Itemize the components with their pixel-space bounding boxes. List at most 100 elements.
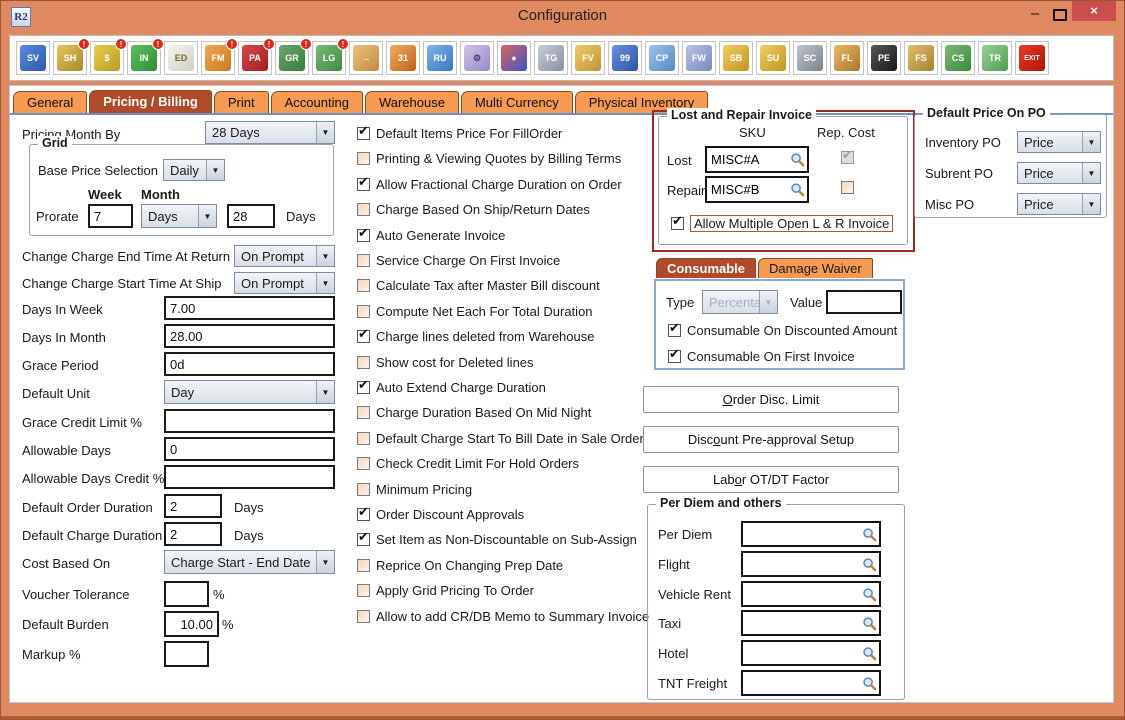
option-check-credit-limit-for-hold-orders[interactable]: ✔Check Credit Limit For Hold Orders [357, 456, 579, 471]
prorate-week-input[interactable] [88, 204, 133, 228]
checkbox[interactable]: ✔ [357, 559, 370, 572]
option-apply-grid-pricing-to-order[interactable]: ✔Apply Grid Pricing To Order [357, 583, 534, 598]
flight-field[interactable] [741, 551, 881, 577]
tab-accounting[interactable]: Accounting [271, 91, 363, 113]
shield-search-icon[interactable]: SB [719, 41, 753, 75]
option-default-items-price-for-fillorder[interactable]: ✔Default Items Price For FillOrder [357, 126, 562, 141]
lost-sku-input[interactable] [707, 152, 787, 167]
option-auto-extend-charge-duration[interactable]: ✔Auto Extend Charge Duration [357, 380, 546, 395]
tab-multi-currency[interactable]: Multi Currency [461, 91, 573, 113]
base-price-selection-combo[interactable]: Daily ▼ [163, 159, 225, 181]
folder-settings-icon[interactable]: FS [904, 41, 938, 75]
payment-book-icon[interactable]: PA! [238, 41, 272, 75]
per-diem-input[interactable] [743, 527, 859, 542]
copy-document-icon[interactable]: CP [645, 41, 679, 75]
option-order-discount-approvals[interactable]: ✔Order Discount Approvals [357, 507, 524, 522]
repair-sku-field[interactable] [705, 176, 809, 203]
option-compute-net-each-for-total-duration[interactable]: ✔Compute Net Each For Total Duration [357, 304, 593, 319]
chevron-down-icon[interactable]: ▼ [316, 273, 334, 293]
chevron-down-icon[interactable]: ▼ [316, 381, 334, 403]
subrent-po-combo[interactable]: Price▼ [1017, 162, 1101, 184]
search-icon[interactable] [787, 152, 807, 167]
checkbox[interactable]: ✔ [357, 457, 370, 470]
search-icon[interactable] [859, 557, 879, 572]
lost-rep-cost-checkbox[interactable]: ✔ [841, 151, 854, 164]
search-icon[interactable] [859, 676, 879, 691]
default-unit-combo[interactable]: Day ▼ [164, 380, 335, 404]
chevron-down-icon[interactable]: ▼ [316, 246, 334, 266]
folder-verify-icon[interactable]: FV [571, 41, 605, 75]
option-allow-to-add-cr-db-memo-to-summary-invoice[interactable]: ✔Allow to add CR/DB Memo to Summary Invo… [357, 609, 649, 624]
allowable-days-input[interactable] [164, 437, 335, 461]
option-reprice-on-changing-prep-date[interactable]: ✔Reprice On Changing Prep Date [357, 558, 563, 573]
change-charge-end-combo[interactable]: On Prompt ▼ [234, 245, 335, 267]
allowable-days-credit-input[interactable] [164, 465, 335, 489]
vehicle-rent-field[interactable] [741, 581, 881, 607]
search-icon[interactable] [859, 616, 879, 631]
prorate-month-input[interactable] [227, 204, 275, 228]
cost-based-on-combo[interactable]: Charge Start - End Date ▼ [164, 550, 335, 574]
option-set-item-as-non-discountable-on-sub-assign[interactable]: ✔Set Item as Non-Discountable on Sub-Ass… [357, 532, 637, 547]
change-charge-start-combo[interactable]: On Prompt ▼ [234, 272, 335, 294]
tnt-freight-field[interactable] [741, 670, 881, 696]
ledger-icon[interactable]: LG! [312, 41, 346, 75]
taxi-field[interactable] [741, 610, 881, 636]
option-charge-duration-based-on-mid-night[interactable]: ✔Charge Duration Based On Mid Night [357, 405, 591, 420]
option-calculate-tax-after-master-bill-discount[interactable]: ✔Calculate Tax after Master Bill discoun… [357, 278, 600, 293]
value-input[interactable] [826, 290, 902, 314]
tab-warehouse[interactable]: Warehouse [365, 91, 459, 113]
hotel-field[interactable] [741, 640, 881, 666]
days-in-month-input[interactable] [164, 324, 335, 348]
scanner-icon[interactable]: SC [793, 41, 827, 75]
option-printing-viewing-quotes-by-billing-terms[interactable]: ✔Printing & Viewing Quotes by Billing Te… [357, 151, 621, 166]
allow-multiple-checkbox[interactable]: ✔ [671, 217, 684, 230]
discount-pre-approval-setup-button[interactable]: Discount Pre-approval Setup [643, 426, 899, 453]
forward-document-icon[interactable]: FW [682, 41, 716, 75]
checkbox[interactable]: ✔ [357, 279, 370, 292]
option-charge-lines-deleted-from-warehouse[interactable]: ✔Charge lines deleted from Warehouse [357, 329, 594, 344]
chevron-down-icon[interactable]: ▼ [316, 551, 334, 573]
option-charge-based-on-ship-return-dates[interactable]: ✔Charge Based On Ship/Return Dates [357, 202, 590, 217]
checkbox[interactable]: ✔ [357, 305, 370, 318]
flight-input[interactable] [743, 557, 859, 572]
checkbox[interactable]: ✔ [357, 127, 370, 140]
grid-sheet-icon[interactable]: GR! [275, 41, 309, 75]
checkbox[interactable]: ✔ [357, 254, 370, 267]
checkbox[interactable]: ✔ [357, 483, 370, 496]
checkbox[interactable]: ✔ [357, 508, 370, 521]
cash-icon[interactable]: $! [90, 41, 124, 75]
display-panel-icon[interactable]: 99 [608, 41, 642, 75]
search-icon[interactable] [859, 527, 879, 542]
default-charge-duration-input[interactable] [164, 522, 222, 546]
checkbox[interactable]: ✔ [357, 406, 370, 419]
chevron-down-icon[interactable]: ▼ [1082, 163, 1100, 183]
calculator-settings-icon[interactable]: CS [941, 41, 975, 75]
calendar-icon[interactable]: 31 [386, 41, 420, 75]
checkbox[interactable]: ✔ [357, 381, 370, 394]
save-icon[interactable]: SV [16, 41, 50, 75]
pricing-month-by-combo[interactable]: 28 Days ▼ [205, 121, 335, 144]
tnt-freight-input[interactable] [743, 676, 859, 691]
close-button[interactable]: × [1072, 1, 1116, 21]
default-order-duration-input[interactable] [164, 494, 222, 518]
grace-period-input[interactable] [164, 352, 335, 376]
default-burden-input[interactable] [164, 611, 219, 637]
tab-damage-waiver[interactable]: Damage Waiver [758, 258, 873, 278]
repair-rep-cost-checkbox[interactable]: ✔ [841, 181, 854, 194]
checkbox[interactable]: ✔ [357, 178, 370, 191]
price-tag-icon[interactable]: TG [534, 41, 568, 75]
inventory-po-combo[interactable]: Price▼ [1017, 131, 1101, 153]
prorate-month-unit-combo[interactable]: Days ▼ [141, 204, 217, 228]
option-consumable-on-discounted-amount[interactable]: ✔Consumable On Discounted Amount [668, 323, 897, 338]
misc-po-combo[interactable]: Price▼ [1017, 193, 1101, 215]
repair-sku-input[interactable] [707, 182, 787, 197]
gears-icon[interactable]: ⚙ [460, 41, 494, 75]
option-consumable-on-first-invoice[interactable]: ✔Consumable On First Invoice [668, 349, 855, 364]
checkbox[interactable]: ✔ [357, 229, 370, 242]
login-lock-icon[interactable]: → [349, 41, 383, 75]
option-auto-generate-invoice[interactable]: ✔Auto Generate Invoice [357, 228, 505, 243]
checkbox[interactable]: ✔ [357, 330, 370, 343]
option-default-charge-start-to-bill-date-in-sale-order[interactable]: ✔Default Charge Start To Bill Date in Sa… [357, 431, 644, 446]
hotel-input[interactable] [743, 646, 859, 661]
shop-order-icon[interactable]: SH! [53, 41, 87, 75]
